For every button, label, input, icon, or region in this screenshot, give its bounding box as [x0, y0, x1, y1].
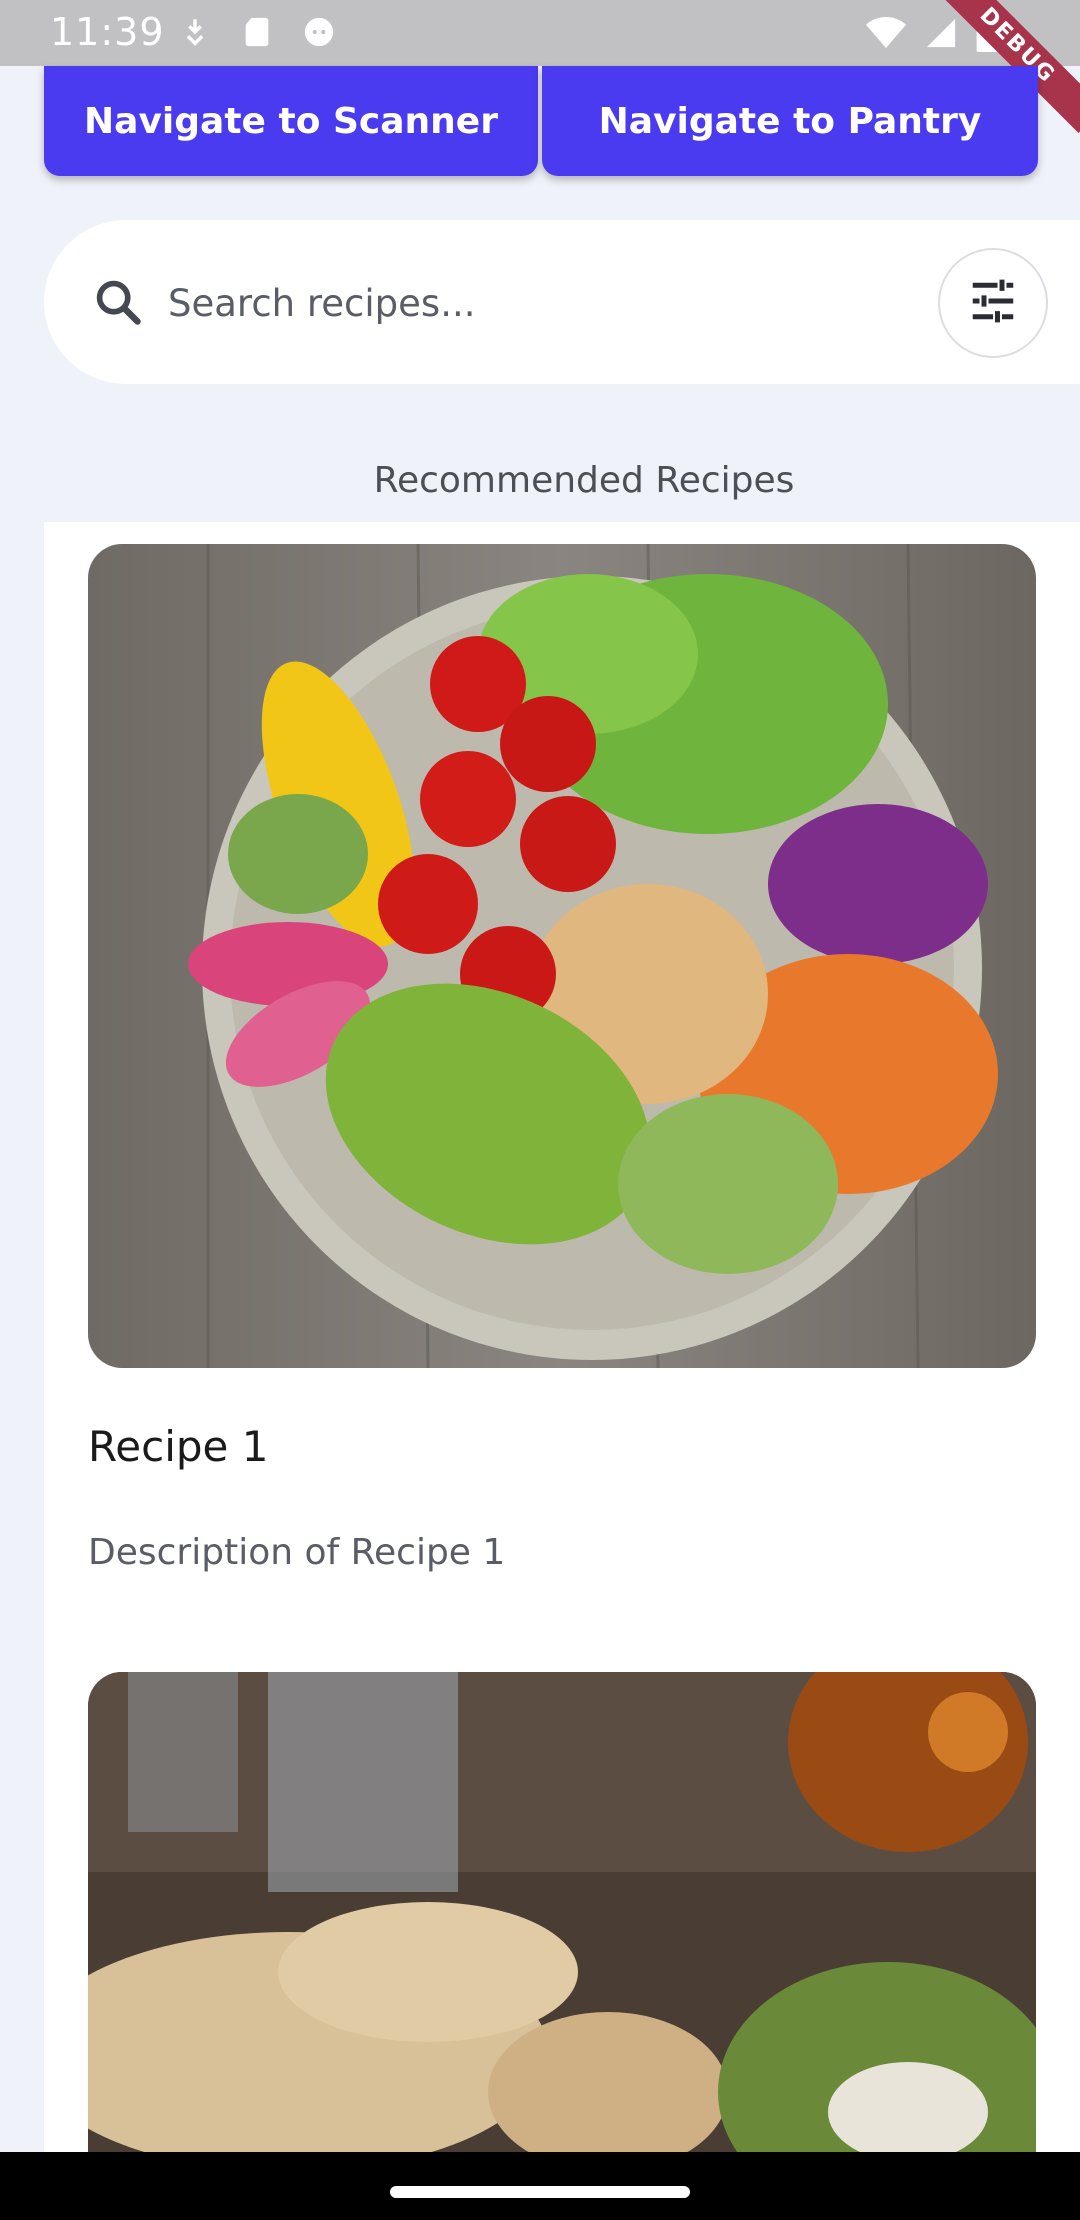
- salad-bowl-photo: [88, 544, 1036, 1368]
- navigate-scanner-button[interactable]: Navigate to Scanner: [44, 66, 538, 176]
- status-bar: 11:39: [0, 0, 1080, 66]
- search-bar: [44, 220, 1080, 384]
- section-title: Recommended Recipes: [373, 460, 795, 501]
- sd-card-icon: [240, 15, 274, 49]
- home-gesture-handle[interactable]: [390, 2186, 690, 2198]
- filter-button[interactable]: [938, 248, 1048, 358]
- recipe-image[interactable]: [88, 544, 1036, 1368]
- recipe-title: Recipe 1: [88, 1422, 269, 1471]
- recipe-list: Recipe 1 Description of Recipe 1: [44, 522, 1080, 2152]
- tune-icon: [966, 274, 1020, 332]
- status-time: 11:39: [50, 10, 165, 54]
- search-icon: [92, 276, 144, 328]
- cell-signal-icon: [924, 16, 958, 54]
- recipe-description: Description of Recipe 1: [88, 1532, 506, 1573]
- navigation-buttons: Navigate to Scanner Navigate to Pantry: [44, 66, 1038, 176]
- wifi-icon: [866, 16, 906, 54]
- pastry-dinner-photo: [88, 1672, 1036, 2152]
- recipe-image[interactable]: [88, 1672, 1036, 2152]
- navigate-pantry-button[interactable]: Navigate to Pantry: [542, 66, 1038, 176]
- download-icon: [178, 15, 212, 49]
- notification-icons: [178, 15, 336, 49]
- search-input[interactable]: [166, 270, 750, 336]
- android-debug-icon: [302, 15, 336, 49]
